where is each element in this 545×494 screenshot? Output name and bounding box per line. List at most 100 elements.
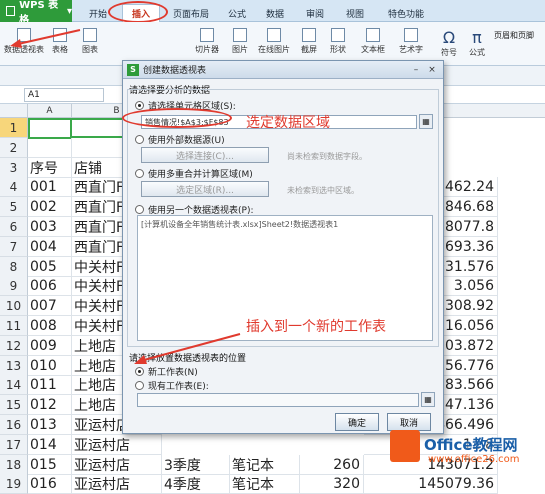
- pi-icon: π: [472, 28, 482, 47]
- cell-a[interactable]: 011: [28, 375, 72, 395]
- option-existing-sheet[interactable]: 现有工作表(E):: [135, 379, 209, 392]
- sheet-app-icon: S: [127, 64, 139, 76]
- screenshot-label: 截屏: [301, 45, 317, 54]
- row-header[interactable]: 13: [0, 356, 28, 376]
- cell-a[interactable]: 007: [28, 296, 72, 316]
- name-box[interactable]: A1: [24, 88, 104, 102]
- cell-a[interactable]: [28, 118, 72, 139]
- symbol-button[interactable]: Ω 符号: [436, 28, 462, 58]
- cell-a[interactable]: 016: [28, 474, 72, 494]
- cell-a[interactable]: 008: [28, 316, 72, 336]
- choose-area-button[interactable]: 选定区域(R)...: [141, 181, 269, 197]
- cell-a[interactable]: [28, 138, 72, 158]
- cell-c[interactable]: 4季度: [162, 474, 230, 494]
- radio-cell-range[interactable]: [135, 101, 144, 110]
- cancel-button[interactable]: 取消: [387, 413, 431, 431]
- cell-a[interactable]: 009: [28, 336, 72, 356]
- highlight-ellipse-insert: [108, 1, 168, 23]
- textbox-icon: [366, 28, 380, 42]
- radio-other-pivot[interactable]: [135, 205, 144, 214]
- formula-button[interactable]: π 公式: [464, 28, 490, 58]
- minimize-icon[interactable]: –: [409, 64, 423, 76]
- cell-a[interactable]: 013: [28, 415, 72, 435]
- option-external-source[interactable]: 使用外部数据源(U): [135, 133, 225, 146]
- cell-d[interactable]: 145079.36: [364, 474, 498, 494]
- slicer-icon: [200, 28, 214, 42]
- cell-a[interactable]: 003: [28, 217, 72, 237]
- cell-a[interactable]: 002: [28, 197, 72, 217]
- highlight-ellipse-range: [122, 108, 232, 128]
- ok-button[interactable]: 确定: [335, 413, 379, 431]
- close-icon[interactable]: ×: [425, 64, 439, 76]
- row-header[interactable]: 14: [0, 375, 28, 395]
- tab-special[interactable]: 特色功能: [378, 4, 434, 22]
- row-header[interactable]: 15: [0, 395, 28, 415]
- header-footer-button[interactable]: 页眉和页脚: [494, 30, 534, 41]
- cell-b[interactable]: 亚运村店: [72, 455, 162, 475]
- cell-a[interactable]: 010: [28, 356, 72, 376]
- slicer-button[interactable]: 切片器: [190, 28, 224, 55]
- wordart-label: 艺术字: [399, 45, 423, 54]
- cell-e[interactable]: 笔记本: [230, 455, 300, 475]
- option-multi-range[interactable]: 使用多重合并计算区域(M): [135, 167, 253, 180]
- row-header[interactable]: 3: [0, 158, 28, 178]
- cell-c[interactable]: 3季度: [162, 455, 230, 475]
- cell-a[interactable]: 014: [28, 435, 72, 455]
- row-header[interactable]: 6: [0, 217, 28, 237]
- collapse-range-icon[interactable]: ▦: [419, 114, 433, 129]
- row-header[interactable]: 19: [0, 474, 28, 494]
- picture-button[interactable]: 图片: [228, 28, 252, 55]
- chart-icon: [83, 28, 97, 42]
- cell-b[interactable]: 亚运村店: [72, 435, 162, 455]
- row-header[interactable]: 1: [0, 118, 28, 138]
- select-all-corner[interactable]: [0, 104, 28, 118]
- cell-a[interactable]: 001: [28, 177, 72, 197]
- row-header[interactable]: 2: [0, 138, 28, 158]
- cell-a[interactable]: 005: [28, 257, 72, 277]
- watermark-url: www.office26.com: [428, 454, 520, 465]
- wordart-button[interactable]: 艺术字: [394, 28, 428, 55]
- row-header[interactable]: 5: [0, 197, 28, 217]
- cell-a[interactable]: 序号: [28, 158, 72, 178]
- radio-multi-range[interactable]: [135, 169, 144, 178]
- tab-page-layout[interactable]: 页面布局: [166, 4, 216, 22]
- row-header[interactable]: 18: [0, 455, 28, 475]
- app-logo-icon: [6, 6, 16, 16]
- column-header-a[interactable]: A: [28, 104, 72, 118]
- app-menu-button[interactable]: WPS 表格 ▾: [0, 0, 72, 26]
- row-header[interactable]: 7: [0, 237, 28, 257]
- annotation-select-range: 选定数据区域: [246, 115, 330, 131]
- shape-button[interactable]: 形状: [324, 28, 352, 55]
- tab-view[interactable]: 视图: [338, 4, 372, 22]
- cell-a[interactable]: 015: [28, 455, 72, 475]
- tab-formula[interactable]: 公式: [220, 4, 254, 22]
- existing-location-input[interactable]: [137, 393, 419, 407]
- tab-review[interactable]: 审阅: [298, 4, 332, 22]
- radio-external-source[interactable]: [135, 135, 144, 144]
- pivot-list-item[interactable]: [计算机设备全年销售统计表.xlsx]Sheet2!数据透视表1: [141, 220, 338, 229]
- cell-a[interactable]: 004: [28, 237, 72, 257]
- row-header[interactable]: 4: [0, 177, 28, 197]
- cell-a[interactable]: 012: [28, 395, 72, 415]
- screenshot-button[interactable]: 截屏: [296, 28, 322, 55]
- textbox-button[interactable]: 文本框: [356, 28, 390, 55]
- row-header[interactable]: 12: [0, 336, 28, 356]
- online-picture-button[interactable]: 在线图片: [254, 28, 294, 55]
- row-header[interactable]: 8: [0, 257, 28, 277]
- radio-existing-sheet[interactable]: [135, 381, 144, 390]
- choose-connection-button[interactable]: 选择连接(C)...: [141, 147, 269, 163]
- row-header[interactable]: 9: [0, 276, 28, 296]
- row-header[interactable]: 10: [0, 296, 28, 316]
- cell-e[interactable]: 笔记本: [230, 474, 300, 494]
- cell-f[interactable]: 320: [300, 474, 364, 494]
- row-header[interactable]: 16: [0, 415, 28, 435]
- row-header[interactable]: 11: [0, 316, 28, 336]
- cell-a[interactable]: 006: [28, 276, 72, 296]
- wordart-icon: [404, 28, 418, 42]
- cell-b[interactable]: 亚运村店: [72, 474, 162, 494]
- row-header[interactable]: 17: [0, 435, 28, 455]
- cell-f[interactable]: 260: [300, 455, 364, 475]
- collapse-location-icon[interactable]: ▦: [421, 392, 435, 407]
- tab-data[interactable]: 数据: [258, 4, 292, 22]
- hint-no-field: 尚未检索到数据字段。: [287, 152, 367, 161]
